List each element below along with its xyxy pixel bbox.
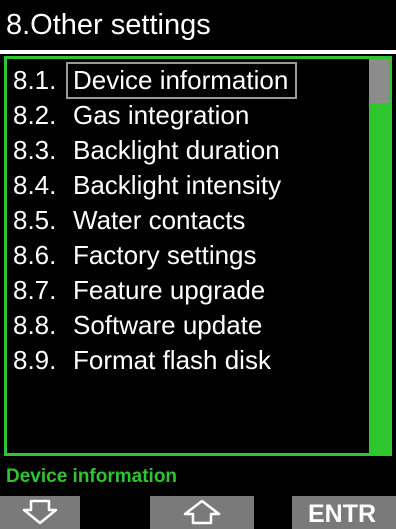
enter-softkey-label: ENTR: [308, 500, 377, 528]
menu-item-number: 8.2.: [13, 100, 57, 130]
selection-status: Device information: [6, 466, 178, 487]
scrollbar-thumb[interactable]: [369, 59, 389, 103]
menu-item-number: 8.7.: [13, 275, 57, 305]
menu-item-label: Water contacts: [73, 205, 246, 235]
menu-item-number: 8.9.: [13, 345, 57, 375]
enter-softkey[interactable]: ENTR: [292, 496, 396, 529]
up-softkey[interactable]: [150, 496, 254, 529]
arrow-up-icon: [183, 499, 221, 525]
menu-item-number: 8.1.: [13, 65, 57, 95]
menu-item-backlight-duration[interactable]: 8.3. Backlight duration: [7, 133, 373, 168]
menu-item-water-contacts[interactable]: 8.5. Water contacts: [7, 203, 373, 238]
page-title: 8.Other settings: [6, 9, 211, 41]
menu-item-label: Software update: [73, 310, 263, 340]
title-divider: [0, 50, 396, 54]
menu-item-number: 8.5.: [13, 205, 57, 235]
menu-item-label: Format flash disk: [73, 345, 271, 375]
menu-item-label: Gas integration: [73, 100, 250, 130]
down-softkey[interactable]: [0, 496, 80, 529]
menu-item-number: 8.8.: [13, 310, 57, 340]
menu-item-feature-upgrade[interactable]: 8.7. Feature upgrade: [7, 273, 373, 308]
arrow-down-icon: [22, 499, 58, 525]
menu-item-number: 8.6.: [13, 240, 57, 270]
menu-item-number: 8.4.: [13, 170, 57, 200]
menu-item-label: Feature upgrade: [73, 275, 266, 305]
menu-item-backlight-intensity[interactable]: 8.4. Backlight intensity: [7, 168, 373, 203]
menu-item-label: Backlight intensity: [73, 170, 282, 200]
menu-item-label: Factory settings: [73, 240, 257, 270]
menu-item-label: Backlight duration: [73, 135, 280, 165]
menu-frame: 8.1. Device information 8.2. Gas integra…: [4, 56, 392, 456]
menu-scrollbar[interactable]: [369, 59, 389, 453]
menu-item-device-information[interactable]: 8.1. Device information: [7, 62, 373, 99]
menu-item-gas-integration[interactable]: 8.2. Gas integration: [7, 98, 373, 133]
menu-item-software-update[interactable]: 8.8. Software update: [7, 308, 373, 343]
title-bar: 8.Other settings: [0, 0, 396, 50]
menu-item-factory-settings[interactable]: 8.6. Factory settings: [7, 238, 373, 273]
menu-item-label: Device information: [65, 62, 298, 99]
menu-item-number: 8.3.: [13, 135, 57, 165]
menu-item-format-flash-disk[interactable]: 8.9. Format flash disk: [7, 343, 373, 378]
softkey-bar: ENTR: [0, 496, 396, 529]
